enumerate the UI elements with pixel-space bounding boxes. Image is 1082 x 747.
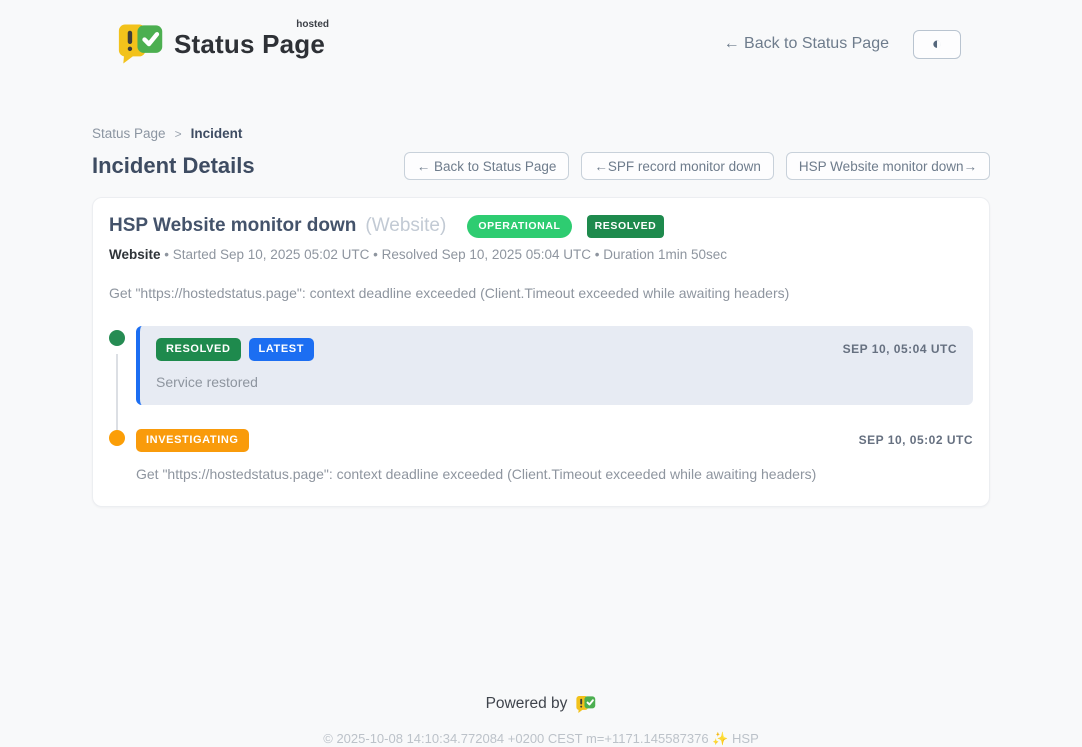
incident-component: (Website)	[365, 215, 446, 237]
timeline-entry-investigating: INVESTIGATING SEP 10, 05:02 UTC Get "htt…	[109, 429, 973, 482]
main-content: Status Page > Incident Incident Details …	[92, 126, 990, 747]
timeline-dot-orange	[109, 430, 125, 446]
timeline-entry-resolved: RESOLVED LATEST SEP 10, 05:04 UTC Servic…	[109, 326, 973, 405]
breadcrumb-status-page[interactable]: Status Page	[92, 126, 166, 141]
incident-card: HSP Website monitor down (Website) OPERA…	[92, 197, 990, 507]
status-page-logo-icon	[118, 23, 164, 65]
incident-title-row: HSP Website monitor down (Website) OPERA…	[109, 215, 973, 238]
next-incident-button[interactable]: HSP Website monitor down→	[786, 152, 990, 180]
timeline-marker	[109, 429, 126, 482]
timeline-update-plain: INVESTIGATING SEP 10, 05:02 UTC Get "htt…	[136, 429, 973, 482]
incident-description: Get "https://hostedstatus.page": context…	[109, 285, 973, 301]
incident-nav-buttons: ← Back to Status Page ←SPF record monito…	[404, 152, 990, 180]
title-row: Incident Details ← Back to Status Page ←…	[92, 152, 990, 180]
timeline-badges: RESOLVED LATEST	[156, 338, 314, 361]
incident-meta-details: • Started Sep 10, 2025 05:02 UTC • Resol…	[161, 247, 728, 262]
timeline-marker	[109, 326, 126, 405]
powered-by-label: Powered by	[486, 695, 568, 713]
prev-incident-button[interactable]: ←SPF record monitor down	[581, 152, 774, 180]
timeline-dot-green	[109, 330, 125, 346]
copyright-line: © 2025-10-08 14:10:34.772084 +0200 CEST …	[92, 731, 990, 747]
resolved-state-badge: RESOLVED	[587, 215, 665, 238]
breadcrumb: Status Page > Incident	[92, 126, 990, 141]
breadcrumb-incident: Incident	[191, 126, 243, 141]
timeline-message: Service restored	[156, 374, 957, 390]
status-page-logo-icon-small	[576, 695, 596, 714]
resolved-badge: RESOLVED	[156, 338, 241, 361]
header-right: ← Back to Status Page ◐	[724, 30, 961, 59]
brand-logo[interactable]: Status Page hosted	[118, 23, 325, 65]
timeline-badges: INVESTIGATING	[136, 429, 249, 452]
timeline-update-header: INVESTIGATING SEP 10, 05:02 UTC	[136, 429, 973, 452]
incident-meta: Website • Started Sep 10, 2025 05:02 UTC…	[109, 247, 973, 262]
incident-meta-component: Website	[109, 247, 161, 262]
investigating-badge: INVESTIGATING	[136, 429, 249, 452]
page-title: Incident Details	[92, 153, 255, 179]
brand-name: Status Page	[174, 29, 325, 59]
timeline-connector-line	[116, 354, 118, 431]
back-to-status-page-button[interactable]: ← Back to Status Page	[404, 152, 570, 180]
back-to-status-page-link[interactable]: ← Back to Status Page	[724, 35, 889, 53]
header: Status Page hosted ← Back to Status Page…	[0, 0, 1082, 74]
breadcrumb-separator: >	[175, 127, 182, 141]
incident-timeline: RESOLVED LATEST SEP 10, 05:04 UTC Servic…	[109, 326, 973, 482]
latest-badge: LATEST	[249, 338, 315, 361]
theme-toggle-button[interactable]: ◐	[913, 30, 961, 59]
timeline-update-header: RESOLVED LATEST SEP 10, 05:04 UTC	[156, 338, 957, 361]
powered-by: Powered by	[486, 695, 597, 714]
operational-status-badge: OPERATIONAL	[467, 215, 571, 238]
timeline-message: Get "https://hostedstatus.page": context…	[136, 466, 973, 482]
timeline-update-highlighted: RESOLVED LATEST SEP 10, 05:04 UTC Servic…	[136, 326, 973, 405]
brand-superscript: hosted	[296, 19, 329, 30]
half-circle-icon: ◐	[932, 34, 942, 54]
footer: Powered by © 2025-10-08 14:10:34.772084 …	[92, 695, 990, 747]
timeline-timestamp: SEP 10, 05:02 UTC	[859, 433, 973, 447]
incident-title: HSP Website monitor down	[109, 215, 356, 237]
timeline-timestamp: SEP 10, 05:04 UTC	[843, 342, 957, 356]
